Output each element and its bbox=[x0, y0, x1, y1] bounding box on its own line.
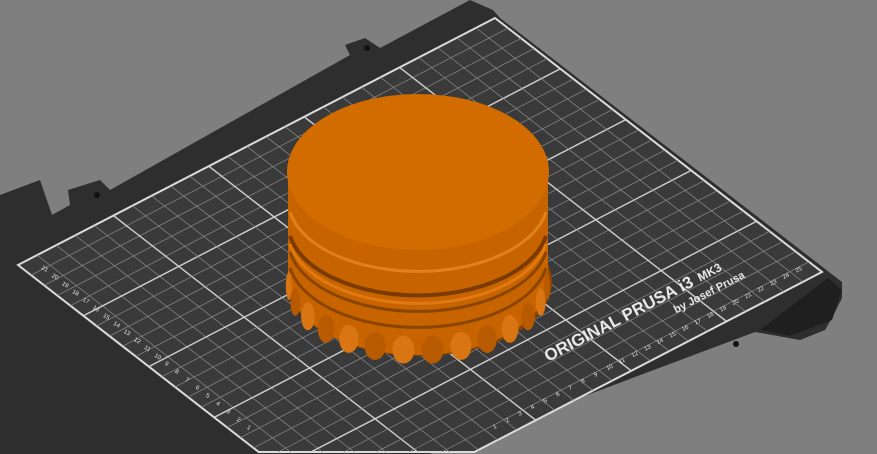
knurl-ridge bbox=[521, 302, 535, 331]
knurl-ridge bbox=[477, 324, 497, 353]
model-top-face bbox=[287, 94, 549, 250]
knurl-ridge bbox=[339, 324, 359, 353]
knurl-ridge bbox=[535, 287, 546, 316]
knurl-ridge bbox=[301, 302, 315, 331]
3d-viewport[interactable]: 1 2 3 4 5 6 7 8 9 10 11 12 13 14 15 16 17 18 19 20 21 22 23 24 2… bbox=[0, 0, 877, 454]
scene: 1234567891011121314151617181920212223242… bbox=[0, 0, 842, 454]
knurl-ridge bbox=[501, 314, 519, 343]
3d-model-cap[interactable] bbox=[285, 94, 552, 364]
knurl-ridge bbox=[450, 331, 472, 360]
knurl-ridge bbox=[392, 335, 415, 364]
knurl-ridge bbox=[544, 272, 551, 301]
knurl-ridge bbox=[421, 335, 444, 364]
bed-screw bbox=[364, 45, 370, 51]
knurl-ridge bbox=[290, 287, 301, 316]
knurl-ridge bbox=[317, 314, 335, 343]
bed-screw bbox=[733, 341, 739, 347]
bed-screw bbox=[94, 192, 100, 198]
knurl-ridge bbox=[364, 331, 386, 360]
